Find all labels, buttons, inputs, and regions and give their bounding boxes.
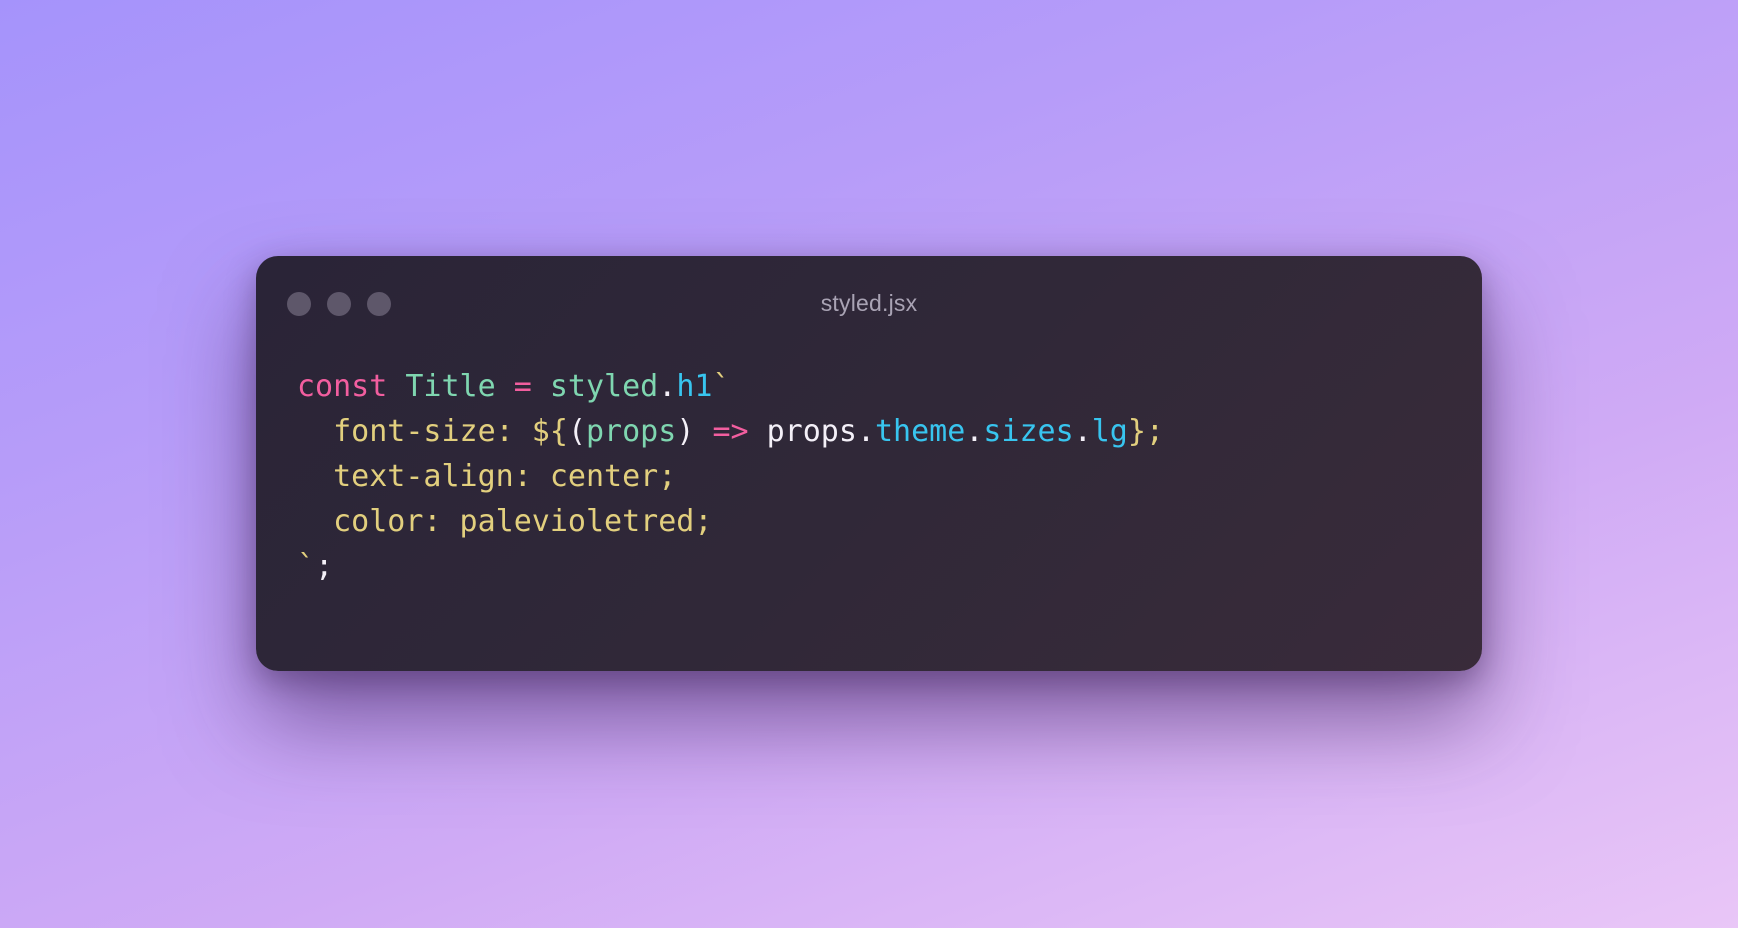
token-property: lg	[1091, 414, 1128, 449]
code-window: styled.jsx const Title = styled.h1` font…	[256, 256, 1482, 671]
token-backtick: `	[297, 549, 316, 584]
token-identifier: props	[766, 414, 857, 449]
token-punctuation: .	[856, 414, 875, 449]
code-line-1: const Title = styled.h1`	[297, 364, 1164, 409]
token-css-text: };	[1127, 414, 1164, 449]
token-identifier: Title	[405, 369, 496, 404]
token-punctuation: )	[676, 414, 695, 449]
token-css-text: text-align: center;	[297, 459, 677, 494]
token-css-text: font-size: ${	[297, 414, 568, 449]
token-property: h1	[676, 369, 713, 404]
token-backtick: `	[712, 369, 731, 404]
code-line-2: font-size: ${(props) => props.theme.size…	[297, 409, 1164, 454]
code-line-3: text-align: center;	[297, 454, 1164, 499]
code-block: const Title = styled.h1` font-size: ${(p…	[297, 364, 1164, 589]
token-arrow-operator: =>	[712, 414, 749, 449]
token-punctuation: .	[658, 369, 677, 404]
token-identifier: styled	[549, 369, 659, 404]
token-punctuation: .	[965, 414, 984, 449]
token-parameter: props	[586, 414, 677, 449]
code-line-4: color: palevioletred;	[297, 499, 1164, 544]
token-operator: =	[513, 369, 532, 404]
token-css-text: color: palevioletred;	[297, 504, 713, 539]
window-title: styled.jsx	[820, 290, 918, 316]
token-punctuation: (	[567, 414, 586, 449]
token-punctuation: .	[1073, 414, 1092, 449]
token-property: theme	[875, 414, 966, 449]
token-property: sizes	[983, 414, 1074, 449]
code-line-5: `;	[297, 544, 1164, 589]
token-keyword: const	[297, 369, 388, 404]
token-punctuation: ;	[315, 549, 334, 584]
window-titlebar: styled.jsx	[256, 256, 1482, 348]
